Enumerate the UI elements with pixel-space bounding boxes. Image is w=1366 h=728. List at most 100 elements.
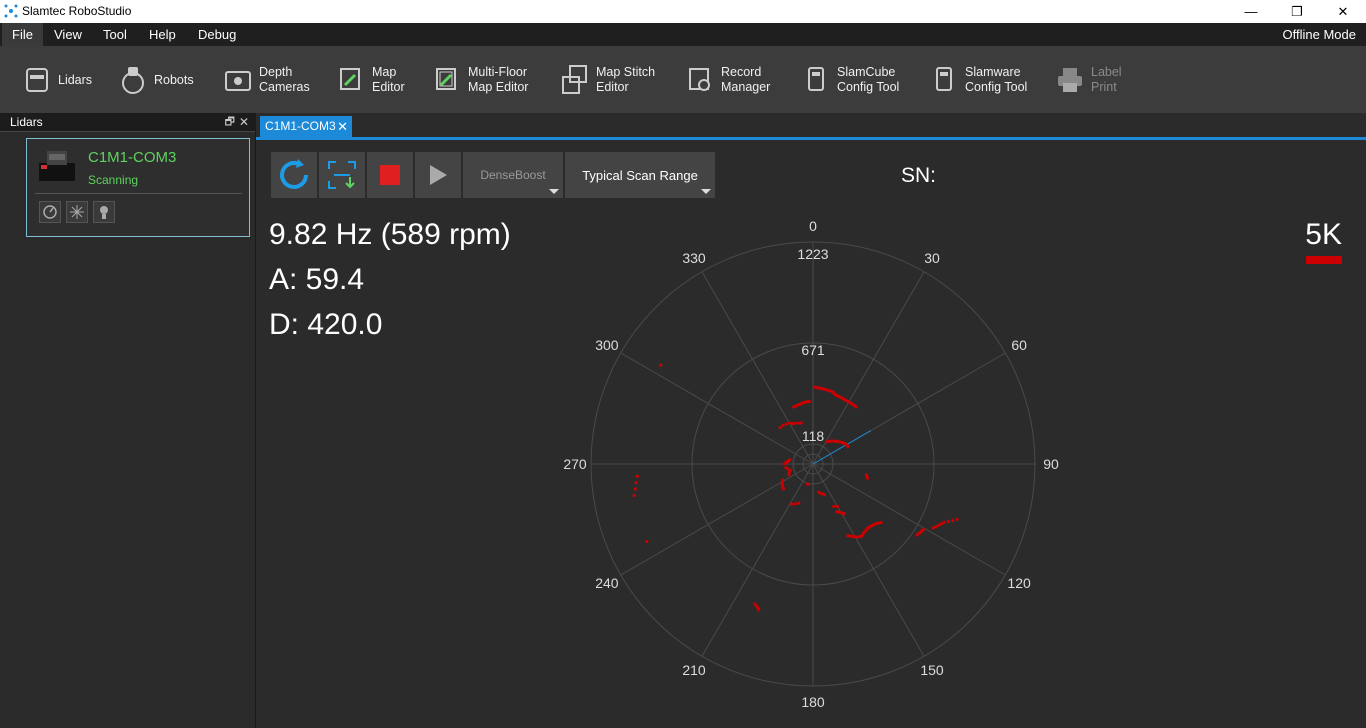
lidars-button[interactable]: Lidars <box>24 58 92 102</box>
menu-file[interactable]: File <box>2 23 43 46</box>
depth-cameras-label: Depth Cameras <box>259 65 310 95</box>
distance-readout: D: 420.0 <box>269 308 383 341</box>
lidar-icon <box>24 65 50 95</box>
scan-point <box>787 421 792 425</box>
robots-button[interactable]: Robots <box>120 58 194 102</box>
scan-segment <box>805 482 811 487</box>
refresh-button[interactable] <box>271 152 317 198</box>
scan-segment <box>864 473 870 480</box>
sample-rate-label: 5K <box>1305 218 1342 251</box>
lidars-panel: Lidars 🗗 ✕ C1M1-COM3 Scanning <box>0 113 256 728</box>
frequency-readout: 9.82 Hz (589 rpm) <box>269 218 511 251</box>
menu-tool[interactable]: Tool <box>93 23 137 46</box>
card-divider <box>35 193 242 194</box>
toolbar: Lidars Robots Depth Cameras Map Editor Mul… <box>0 46 1366 113</box>
menu-help[interactable]: Help <box>139 23 186 46</box>
offline-mode-label[interactable]: Offline Mode <box>1283 23 1356 46</box>
document-tab-bar: C1M1-COM3 ✕ <box>256 113 1366 140</box>
radius-tick-label: 1223 <box>797 246 828 262</box>
angle-tick-label: 300 <box>595 337 619 353</box>
polar-spoke <box>701 271 814 465</box>
scan-segment <box>812 385 858 409</box>
play-icon <box>430 165 447 185</box>
gauge-icon[interactable] <box>39 201 61 223</box>
angle-tick-label: 180 <box>801 694 825 710</box>
angle-tick-label: 30 <box>924 250 940 266</box>
minimize-button[interactable]: — <box>1228 0 1274 23</box>
capture-button[interactable] <box>319 152 365 198</box>
map-stitch-editor-button[interactable]: Map Stitch Editor <box>562 58 655 102</box>
map-label-line1: Map <box>372 65 397 79</box>
scan-point <box>955 517 959 521</box>
label-label-line2: Print <box>1091 80 1117 94</box>
depth-cameras-button[interactable]: Depth Cameras <box>225 58 310 102</box>
tab-label: C1M1-COM3 <box>265 119 336 133</box>
scan-point <box>778 425 782 430</box>
mf-label-line1: Multi-Floor <box>468 65 528 79</box>
scan-point <box>659 363 663 367</box>
scan-point <box>793 502 797 506</box>
mf-label-line2: Map Editor <box>468 80 529 94</box>
close-panel-icon[interactable]: ✕ <box>239 113 249 132</box>
menu-debug[interactable]: Debug <box>188 23 246 46</box>
stop-icon <box>380 165 400 185</box>
angle-tick-label: 240 <box>595 575 619 591</box>
polar-spoke <box>620 352 814 465</box>
record-manager-button[interactable]: Record Manager <box>687 58 770 102</box>
restore-button[interactable]: ❐ <box>1274 0 1320 23</box>
multi-floor-map-editor-button[interactable]: Multi-Floor Map Editor <box>434 58 528 102</box>
scan-range-dropdown[interactable]: Typical Scan Range <box>565 152 715 198</box>
float-panel-icon[interactable]: 🗗 <box>225 113 235 132</box>
angle-tick-label: 0 <box>809 218 817 234</box>
scan-burst-icon[interactable] <box>66 201 88 223</box>
title-bar: Slamtec RoboStudio — ❐ ✕ <box>0 0 1366 23</box>
sensor-icon[interactable] <box>93 201 115 223</box>
play-button[interactable] <box>415 152 461 198</box>
scan-segment <box>791 399 811 410</box>
map-label-line2: Editor <box>372 80 405 94</box>
label-print-button[interactable]: Label Print <box>1057 58 1122 102</box>
angle-tick-label: 60 <box>1011 337 1027 353</box>
stitch-label-line1: Map Stitch <box>596 65 656 79</box>
rec-label-line1: Record <box>721 65 762 79</box>
map-editor-label: Map Editor <box>372 65 405 95</box>
scan-point <box>635 474 639 478</box>
scan-range-label: Typical Scan Range <box>582 167 698 183</box>
map-editor-button[interactable]: Map Editor <box>338 58 405 102</box>
scan-point <box>632 493 636 498</box>
close-tab-icon[interactable]: ✕ <box>337 116 348 137</box>
sw-label-line1: Slamware <box>965 65 1021 79</box>
denseboost-label: DenseBoost <box>480 168 546 182</box>
sw-label-line2: Config Tool <box>965 80 1028 94</box>
record-manager-label: Record Manager <box>721 65 770 95</box>
depth-label-line2: Cameras <box>259 80 310 94</box>
slamware-config-button[interactable]: Slamware Config Tool <box>931 58 1027 102</box>
scan-point <box>934 525 938 529</box>
map-stitch-label: Map Stitch Editor <box>596 65 655 95</box>
scan-point <box>797 501 801 505</box>
scan-point <box>937 523 941 527</box>
scan-point <box>931 526 935 530</box>
panel-header: Lidars 🗗 ✕ <box>0 113 255 132</box>
multi-floor-icon <box>434 65 460 95</box>
stop-button[interactable] <box>367 152 413 198</box>
tab-c1m1-com3[interactable]: C1M1-COM3 ✕ <box>260 116 352 137</box>
stitch-label-line2: Editor <box>596 80 629 94</box>
scan-point <box>832 504 836 509</box>
scan-segment <box>846 520 883 539</box>
device-card[interactable]: C1M1-COM3 Scanning <box>26 138 250 237</box>
menu-view[interactable]: View <box>44 23 92 46</box>
label-print-label: Label Print <box>1091 65 1122 95</box>
slamcube-config-button[interactable]: SlamCube Config Tool <box>803 58 899 102</box>
angle-tick-label: 270 <box>563 456 587 472</box>
scan-point <box>788 458 792 462</box>
denseboost-dropdown[interactable]: DenseBoost <box>463 152 563 198</box>
close-window-button[interactable]: ✕ <box>1320 0 1366 23</box>
scan-point <box>946 519 950 524</box>
radius-tick-label: 671 <box>801 342 825 358</box>
cube-label-line2: Config Tool <box>837 80 900 94</box>
scan-point <box>822 493 826 497</box>
angle-tick-label: 150 <box>920 662 944 678</box>
scan-point <box>633 487 637 491</box>
angle-tick-label: 210 <box>682 662 706 678</box>
